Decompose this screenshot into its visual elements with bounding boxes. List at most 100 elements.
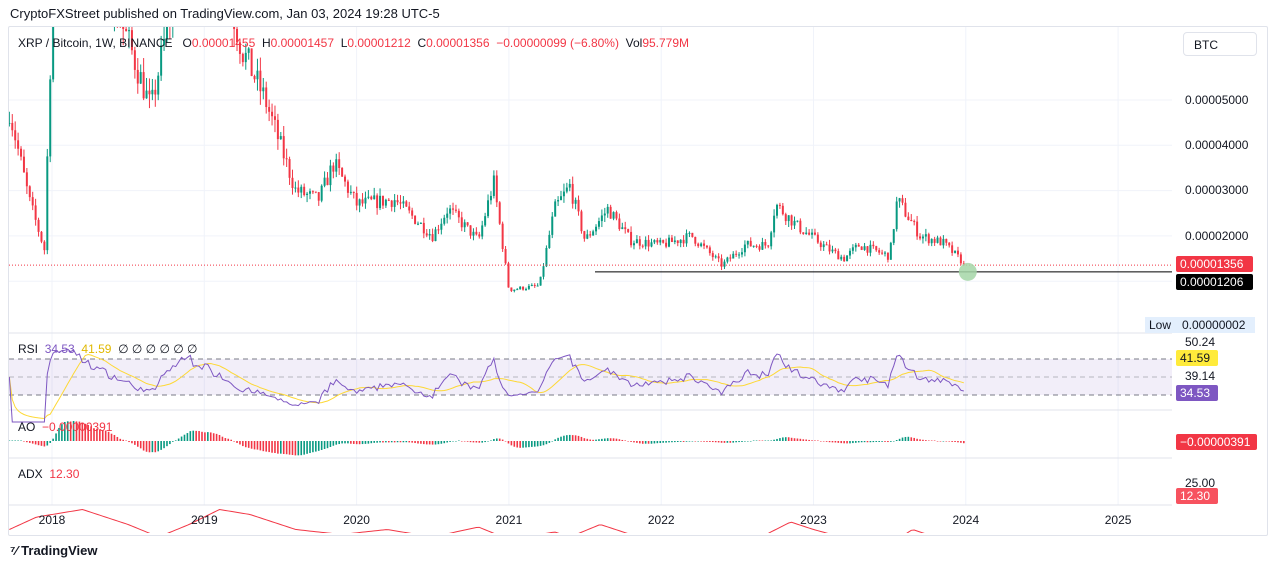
- candle-body: [381, 195, 384, 206]
- candle-body: [469, 225, 472, 236]
- chart-canvas[interactable]: 2018 2019 2020 2021 2022 2023 2024 2025: [9, 27, 1172, 533]
- candle-body: [805, 232, 808, 234]
- ao-tag: −0.00000391: [1176, 434, 1257, 450]
- candle-body: [28, 186, 31, 198]
- support-price-tag: 0.00001206: [1176, 274, 1253, 290]
- ao-bar: [852, 441, 854, 444]
- candle-body: [819, 242, 822, 248]
- time-axis-label: 2020: [343, 513, 370, 527]
- ao-bar: [317, 441, 320, 451]
- ao-bar: [674, 441, 676, 443]
- ao-bar: [682, 441, 685, 442]
- ao-bar: [580, 436, 583, 441]
- ao-bar: [566, 435, 568, 441]
- price-axis-label: 0.00003000: [1185, 183, 1249, 197]
- candle-body: [913, 221, 916, 223]
- ao-bar: [224, 438, 227, 441]
- time-axis-label: 2022: [648, 513, 675, 527]
- ao-bar: [169, 441, 171, 445]
- candle-body: [630, 231, 633, 246]
- candle-body: [139, 72, 142, 84]
- candle-body: [895, 201, 898, 230]
- time-axis[interactable]: 2018 2019 2020 2021 2022 2023 2024 2025: [39, 513, 1132, 527]
- candle-body: [34, 205, 37, 220]
- candle-body: [790, 215, 793, 226]
- candle-body: [428, 234, 431, 236]
- candle-body: [376, 195, 379, 209]
- candle-body: [688, 232, 691, 234]
- candle-body: [367, 196, 370, 198]
- candle-body: [822, 244, 825, 248]
- ao-bar: [849, 441, 851, 444]
- close-value: 0.00001356: [426, 36, 490, 50]
- symbol-title[interactable]: XRP / Bitcoin, 1W, BINANCE: [18, 36, 173, 50]
- ao-bar: [869, 441, 872, 443]
- ao-bar: [192, 430, 195, 441]
- ao-bar: [554, 439, 556, 441]
- ao-bar: [163, 441, 165, 449]
- tradingview-logo[interactable]: ⁷⁄ TradingView: [10, 543, 98, 558]
- support-marker: [958, 262, 977, 281]
- ao-bar: [545, 441, 548, 445]
- ao-bar: [633, 441, 635, 443]
- candle-body: [14, 130, 17, 141]
- candle-body: [487, 200, 490, 217]
- ao-bar: [151, 441, 154, 453]
- ao-bar: [347, 441, 349, 444]
- ao-bar: [306, 441, 308, 454]
- ao-value: −0.00000391: [42, 420, 113, 434]
- rsi-label[interactable]: RSI: [18, 342, 38, 356]
- ao-bar: [857, 441, 860, 443]
- candle-body: [344, 176, 347, 182]
- candle-body: [52, 27, 55, 80]
- time-axis-label: 2025: [1105, 513, 1132, 527]
- candle-body: [306, 193, 309, 196]
- ao-bar: [195, 430, 197, 441]
- ao-bar: [828, 441, 831, 443]
- change-value: −0.00000099 (−6.80%): [496, 36, 619, 50]
- ao-bar: [653, 441, 656, 444]
- ao-label[interactable]: AO: [18, 420, 35, 434]
- currency-button[interactable]: BTC: [1183, 32, 1257, 56]
- ao-bar: [782, 437, 784, 441]
- candle-body: [866, 246, 869, 253]
- ao-bar: [186, 433, 189, 441]
- ao-bar: [326, 441, 329, 449]
- candle-body: [825, 244, 828, 246]
- ao-bar: [951, 441, 953, 442]
- candle-body: [843, 256, 846, 262]
- ao-bar: [764, 440, 767, 441]
- ao-bar: [636, 441, 638, 443]
- adx-label[interactable]: ADX: [18, 467, 43, 481]
- candle-body: [881, 252, 884, 254]
- ao-bar: [376, 441, 378, 443]
- candle-body: [586, 234, 589, 239]
- candle-body: [635, 239, 638, 244]
- ao-bar: [639, 441, 641, 444]
- ao-bar: [271, 441, 273, 453]
- high-value: 0.00001457: [270, 36, 335, 50]
- ao-bar: [142, 441, 145, 451]
- candle-body: [133, 50, 136, 70]
- ao-bar: [20, 440, 22, 441]
- ao-bar: [174, 440, 177, 441]
- ao-bar: [662, 441, 664, 443]
- candle-body: [271, 111, 274, 117]
- ao-bar: [895, 440, 898, 441]
- candle-body: [898, 198, 901, 202]
- candle-body: [454, 209, 457, 211]
- candle-body: [484, 216, 487, 226]
- candle-body: [449, 208, 452, 214]
- ao-bar: [650, 441, 653, 444]
- candle-body: [799, 220, 802, 233]
- ao-bar: [297, 441, 300, 456]
- ao-bar: [574, 435, 577, 441]
- ao-bar: [741, 441, 743, 442]
- candle-body: [498, 202, 501, 224]
- ao-bar: [277, 441, 279, 454]
- ao-bar: [414, 441, 416, 444]
- candle-body: [40, 231, 43, 242]
- candle-body: [597, 221, 600, 227]
- candle-body: [291, 177, 294, 188]
- ao-bar: [641, 441, 644, 444]
